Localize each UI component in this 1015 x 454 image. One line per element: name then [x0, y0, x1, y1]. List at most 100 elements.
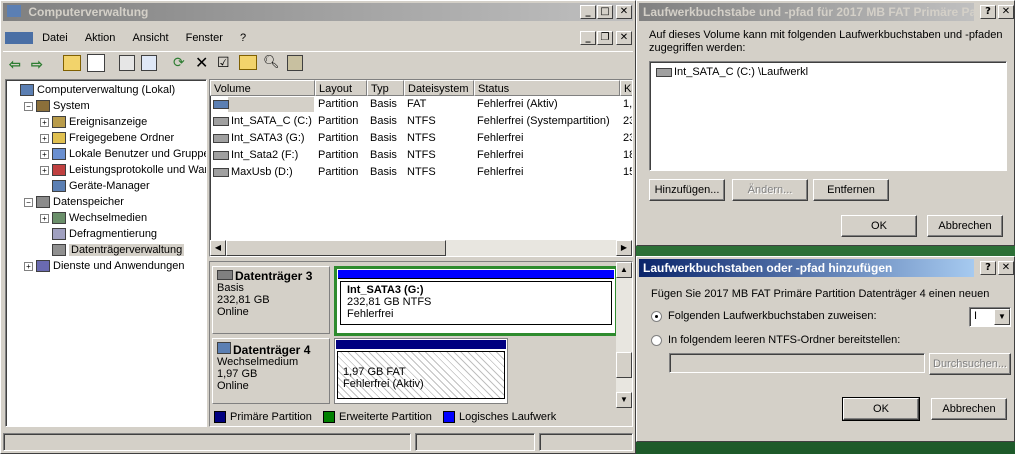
dialog1-help-button[interactable]: ?	[980, 5, 996, 19]
main-titlebar[interactable]: Computerverwaltung	[3, 3, 633, 21]
menu-aktion[interactable]: Aktion	[81, 29, 126, 47]
delete-icon[interactable]: ✕	[195, 53, 208, 73]
folder-path-input[interactable]	[669, 353, 925, 373]
disk4-label[interactable]: Datenträger 4 Wechselmedium 1,97 GB Onli…	[212, 338, 330, 404]
tree-item[interactable]: + Leistungsprotokolle und War	[40, 162, 206, 178]
dialog2-title: Laufwerkbuchstaben oder -pfad hinzufügen	[643, 261, 893, 275]
tree-item[interactable]: − Datenspeicher	[24, 194, 124, 210]
tree-item-label: Freigegebene Ordner	[69, 132, 175, 144]
tree-item[interactable]: Datenträgerverwaltung	[40, 242, 185, 258]
tree-item[interactable]: + Ereignisanzeige	[40, 114, 147, 130]
up-folder-icon[interactable]	[63, 55, 81, 71]
dialog1-ok-button[interactable]: OK	[841, 215, 917, 237]
menu-fenster[interactable]: Fenster	[182, 29, 233, 47]
forward-icon[interactable]: ⇨	[31, 56, 43, 73]
dialog2-titlebar[interactable]: Laufwerkbuchstaben oder -pfad hinzufügen	[639, 259, 974, 277]
expand-icon[interactable]: +	[40, 117, 49, 127]
dialog1-cancel-button[interactable]: Abbrechen	[927, 215, 1003, 237]
col-kapazitaet[interactable]: Ka	[620, 80, 632, 96]
maximize-button[interactable]: □	[597, 5, 613, 19]
table-row[interactable]: Int_SATA3 (G:) Partition Basis NTFS Fehlerfr…	[210, 130, 632, 147]
assign-letter-radio[interactable]	[651, 310, 662, 322]
drive-path-list-item[interactable]: Int_SATA_C (C:) \Laufwerkl	[656, 66, 808, 78]
dialog2-close-button[interactable]: ✕	[998, 261, 1014, 275]
refresh-icon[interactable]: ⟳	[173, 54, 185, 71]
help-icon[interactable]	[141, 55, 157, 71]
scroll-thumb-horizontal[interactable]	[226, 240, 446, 256]
scroll-right-button[interactable]: ▶	[616, 240, 632, 256]
expand-icon[interactable]: +	[40, 149, 49, 159]
tree-item[interactable]: Defragmentierung	[40, 226, 157, 242]
disk3-size: 232,81 GB	[217, 294, 270, 306]
dialog1-close-button[interactable]: ✕	[998, 5, 1014, 19]
disk3-partition[interactable]: Int_SATA3 (G:) 232,81 GB NTFS Fehlerfrei	[334, 266, 618, 336]
table-row[interactable]: MaxUsb (D:) Partition Basis NTFS Fehlerfrei 1…	[210, 164, 632, 181]
chevron-down-icon[interactable]: ▼	[994, 309, 1010, 325]
tree-item[interactable]: Geräte-Manager	[40, 178, 150, 194]
close-button[interactable]: ✕	[616, 5, 632, 19]
tree-item[interactable]: + Wechselmedien	[40, 210, 147, 226]
collapse-icon[interactable]: −	[24, 101, 33, 111]
collapse-icon[interactable]: −	[24, 197, 33, 207]
disk3-label[interactable]: Datenträger 3 Basis 232,81 GB Online	[212, 266, 330, 334]
disk3-type: Basis	[217, 282, 244, 294]
col-status[interactable]: Status	[474, 80, 620, 96]
search-icon[interactable]: 🔍︎	[263, 54, 280, 70]
dialog2-cancel-button[interactable]: Abbrechen	[931, 398, 1007, 420]
drive-path-list[interactable]: Int_SATA_C (C:) \Laufwerkl	[649, 61, 1007, 171]
properties-icon[interactable]	[119, 55, 135, 71]
mount-folder-radio[interactable]	[651, 334, 662, 346]
child-close-button[interactable]: ✕	[616, 31, 632, 45]
mount-folder-option[interactable]: In folgendem leeren NTFS-Ordner bereitst…	[651, 334, 900, 346]
scroll-up-button[interactable]: ▲	[616, 262, 632, 278]
cell-fs: NTFS	[407, 132, 436, 144]
drive-icon	[213, 133, 229, 143]
assign-letter-option[interactable]: Folgenden Laufwerkbuchstaben zuweisen:	[651, 310, 877, 322]
table-row[interactable]: Int_Sata2 (F:) Partition Basis NTFS Fehlerfr…	[210, 147, 632, 164]
expand-icon[interactable]: +	[40, 165, 49, 175]
tree-item[interactable]: + Lokale Benutzer und Gruppe	[40, 146, 206, 162]
table-row[interactable]: Partition Basis FAT Fehlerfrei (Aktiv) 1,	[210, 96, 632, 113]
table-row[interactable]: Int_SATA_C (C:) Partition Basis NTFS Fehlerf…	[210, 113, 632, 130]
disk4-partition[interactable]: 1,97 GB FAT Fehlerfrei (Aktiv)	[334, 338, 508, 404]
scroll-down-button[interactable]: ▼	[616, 392, 632, 408]
toolbar: ⇦ ⇨ ⟳ ✕ ☑ 🔍︎	[3, 51, 633, 76]
dialog2-ok-button[interactable]: OK	[842, 397, 920, 421]
tree-item[interactable]: + Freigegebene Ordner	[40, 130, 174, 146]
tree-item-label: Computerverwaltung (Lokal)	[37, 84, 176, 96]
dialog2-help-button[interactable]: ?	[980, 261, 996, 275]
scroll-left-button[interactable]: ◀	[210, 240, 226, 256]
performance-icon	[52, 164, 66, 177]
drive-letter-select[interactable]: I ▼	[969, 307, 1011, 327]
checkmark-icon[interactable]: ☑	[217, 54, 230, 71]
remove-button[interactable]: Entfernen	[813, 179, 889, 201]
tree-item[interactable]: Computerverwaltung (Lokal)	[8, 82, 175, 98]
expand-icon[interactable]: +	[24, 261, 33, 271]
child-minimize-button[interactable]: _	[580, 31, 596, 45]
menu-datei[interactable]: Datei	[38, 29, 78, 47]
settings-icon[interactable]	[287, 55, 303, 71]
tree-item[interactable]: − System	[24, 98, 90, 114]
legend-extended: Erweiterte Partition	[322, 411, 432, 424]
col-dateisystem[interactable]: Dateisystem	[404, 80, 474, 96]
add-button[interactable]: Hinzufügen...	[649, 179, 725, 201]
expand-icon[interactable]: +	[40, 213, 49, 223]
open-folder-icon[interactable]	[239, 55, 257, 70]
menu-help[interactable]: ?	[236, 29, 256, 47]
col-volume[interactable]: Volume	[210, 80, 315, 96]
tree-item[interactable]: + Dienste und Anwendungen	[24, 258, 185, 274]
col-typ[interactable]: Typ	[367, 80, 404, 96]
back-icon[interactable]: ⇦	[9, 56, 21, 73]
col-layout[interactable]: Layout	[315, 80, 367, 96]
browse-button[interactable]: Durchsuchen...	[929, 353, 1011, 375]
scroll-thumb-vertical[interactable]	[616, 352, 632, 378]
dialog1-titlebar[interactable]: Laufwerkbuchstabe und -pfad für 2017 MB …	[639, 3, 974, 21]
disk-vertical-scrollbar[interactable]: ▲ ▼	[616, 262, 632, 408]
menu-ansicht[interactable]: Ansicht	[128, 29, 178, 47]
child-restore-button[interactable]: ❐	[597, 31, 613, 45]
list-horizontal-scrollbar[interactable]: ◀ ▶	[210, 240, 632, 256]
show-tree-icon[interactable]	[87, 54, 105, 72]
minimize-button[interactable]: _	[580, 5, 596, 19]
expand-icon[interactable]: +	[40, 133, 49, 143]
change-button[interactable]: Ändern...	[732, 179, 808, 201]
